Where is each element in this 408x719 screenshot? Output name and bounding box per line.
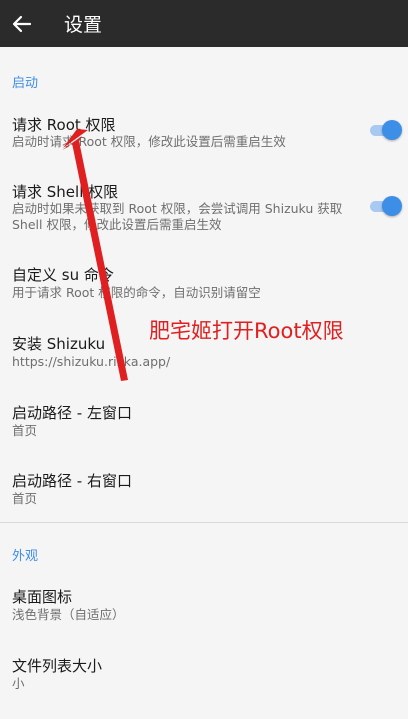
section-divider: [0, 522, 408, 523]
page-title: 设置: [64, 14, 103, 36]
setting-subtitle: 启动时请求 Root 权限，修改此设置后需重启生效: [12, 134, 286, 149]
request-shell-toggle[interactable]: [370, 195, 402, 217]
setting-title: 启动路径 - 右窗口: [12, 472, 132, 490]
toggle-thumb: [382, 120, 402, 140]
setting-custom-su[interactable]: 自定义 su 命令 用于请求 Root 权限的命令，自动识别请留空: [0, 256, 408, 306]
request-root-toggle[interactable]: [370, 119, 402, 141]
setting-subtitle: 首页: [12, 491, 38, 506]
setting-title: 启动路径 - 左窗口: [12, 404, 132, 422]
setting-desktop-icon[interactable]: 桌面图标 浅色背景（自适应）: [0, 578, 408, 628]
setting-subtitle: 浅色背景（自适应）: [12, 607, 125, 622]
setting-file-list-size[interactable]: 文件列表大小 小: [0, 647, 408, 697]
annotation-text: 肥宅姬打开Root权限: [149, 319, 344, 343]
setting-start-path-right[interactable]: 启动路径 - 右窗口 首页: [0, 462, 408, 512]
setting-start-path-left[interactable]: 启动路径 - 左窗口 首页: [0, 394, 408, 444]
setting-title: 自定义 su 命令: [12, 266, 114, 284]
setting-title: 桌面图标: [12, 588, 73, 606]
setting-title: 请求 Shell 权限: [12, 183, 119, 201]
setting-subtitle: 用于请求 Root 权限的命令，自动识别请留空: [12, 285, 261, 300]
back-button[interactable]: [11, 13, 33, 35]
setting-title: 请求 Root 权限: [12, 116, 116, 134]
setting-request-shell[interactable]: 请求 Shell 权限 启动时如果未获取到 Root 权限，会尝试调用 Shiz…: [0, 172, 408, 242]
setting-subtitle: 启动时如果未获取到 Root 权限，会尝试调用 Shizuku 获取 Shell…: [12, 201, 343, 232]
setting-subtitle: 首页: [12, 423, 38, 438]
setting-subtitle: https://shizuku.rikka.app/: [12, 354, 171, 369]
setting-title: 安装 Shizuku: [12, 335, 106, 353]
setting-title: 文件列表大小: [12, 657, 103, 675]
section-header-appearance: 外观: [12, 549, 39, 564]
app-bar: 设置: [0, 0, 408, 47]
setting-request-root[interactable]: 请求 Root 权限 启动时请求 Root 权限，修改此设置后需重启生效: [0, 104, 408, 162]
section-header-startup: 启动: [12, 76, 39, 91]
setting-subtitle: 小: [12, 676, 25, 691]
toggle-thumb: [382, 196, 402, 216]
arrow-left-icon: [12, 15, 32, 32]
